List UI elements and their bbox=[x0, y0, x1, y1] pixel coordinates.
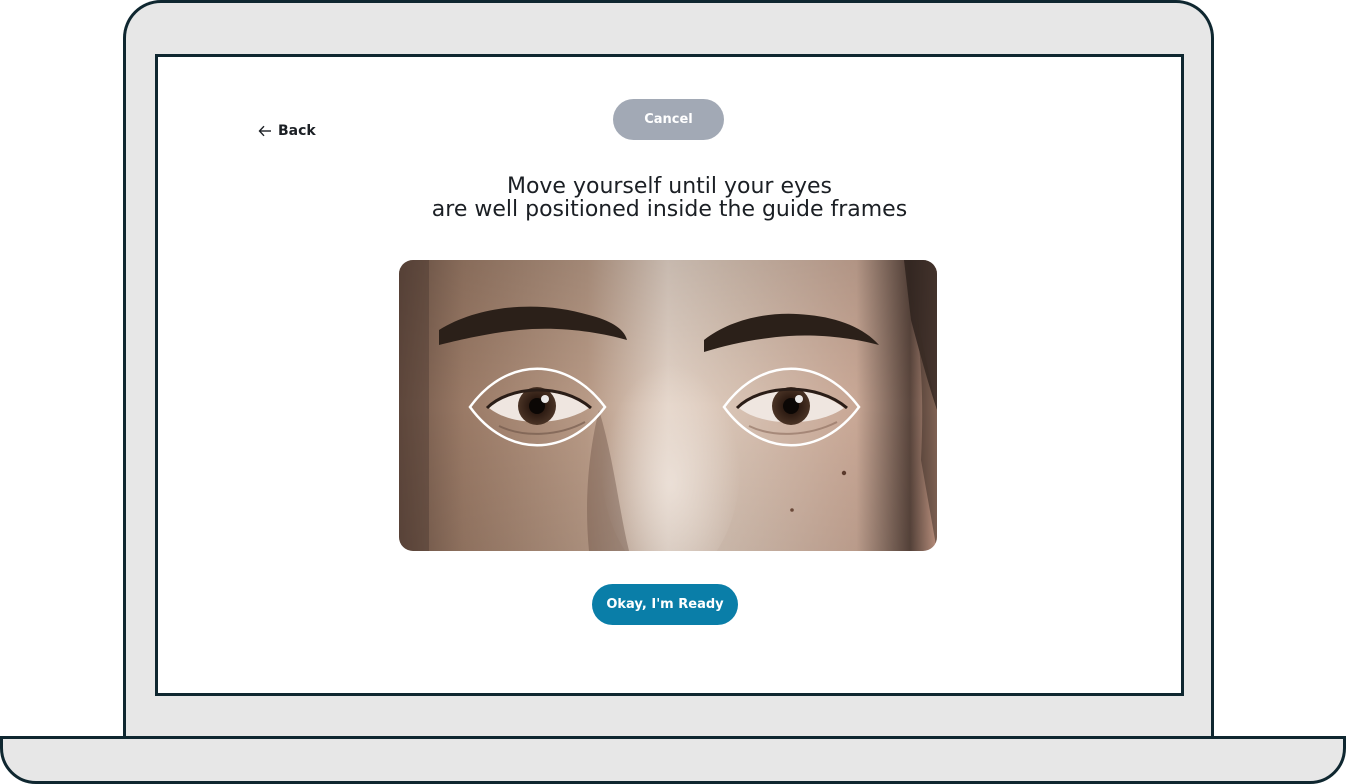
instruction-line-2: are well positioned inside the guide fra… bbox=[431, 197, 908, 222]
ready-button[interactable]: Okay, I'm Ready bbox=[592, 584, 738, 625]
laptop-mockup: Back Cancel Move yourself until your eye… bbox=[0, 0, 1346, 784]
back-link[interactable]: Back bbox=[258, 123, 316, 139]
cancel-button[interactable]: Cancel bbox=[613, 99, 724, 140]
laptop-screen: Back Cancel Move yourself until your eye… bbox=[155, 54, 1184, 696]
arrow-left-icon bbox=[258, 125, 272, 137]
laptop-base bbox=[0, 736, 1346, 784]
back-label: Back bbox=[278, 123, 316, 139]
instruction-line-1: Move yourself until your eyes bbox=[506, 174, 833, 199]
camera-preview bbox=[399, 260, 937, 551]
instruction-text: Move yourself until your eyes are well p… bbox=[158, 175, 1181, 221]
